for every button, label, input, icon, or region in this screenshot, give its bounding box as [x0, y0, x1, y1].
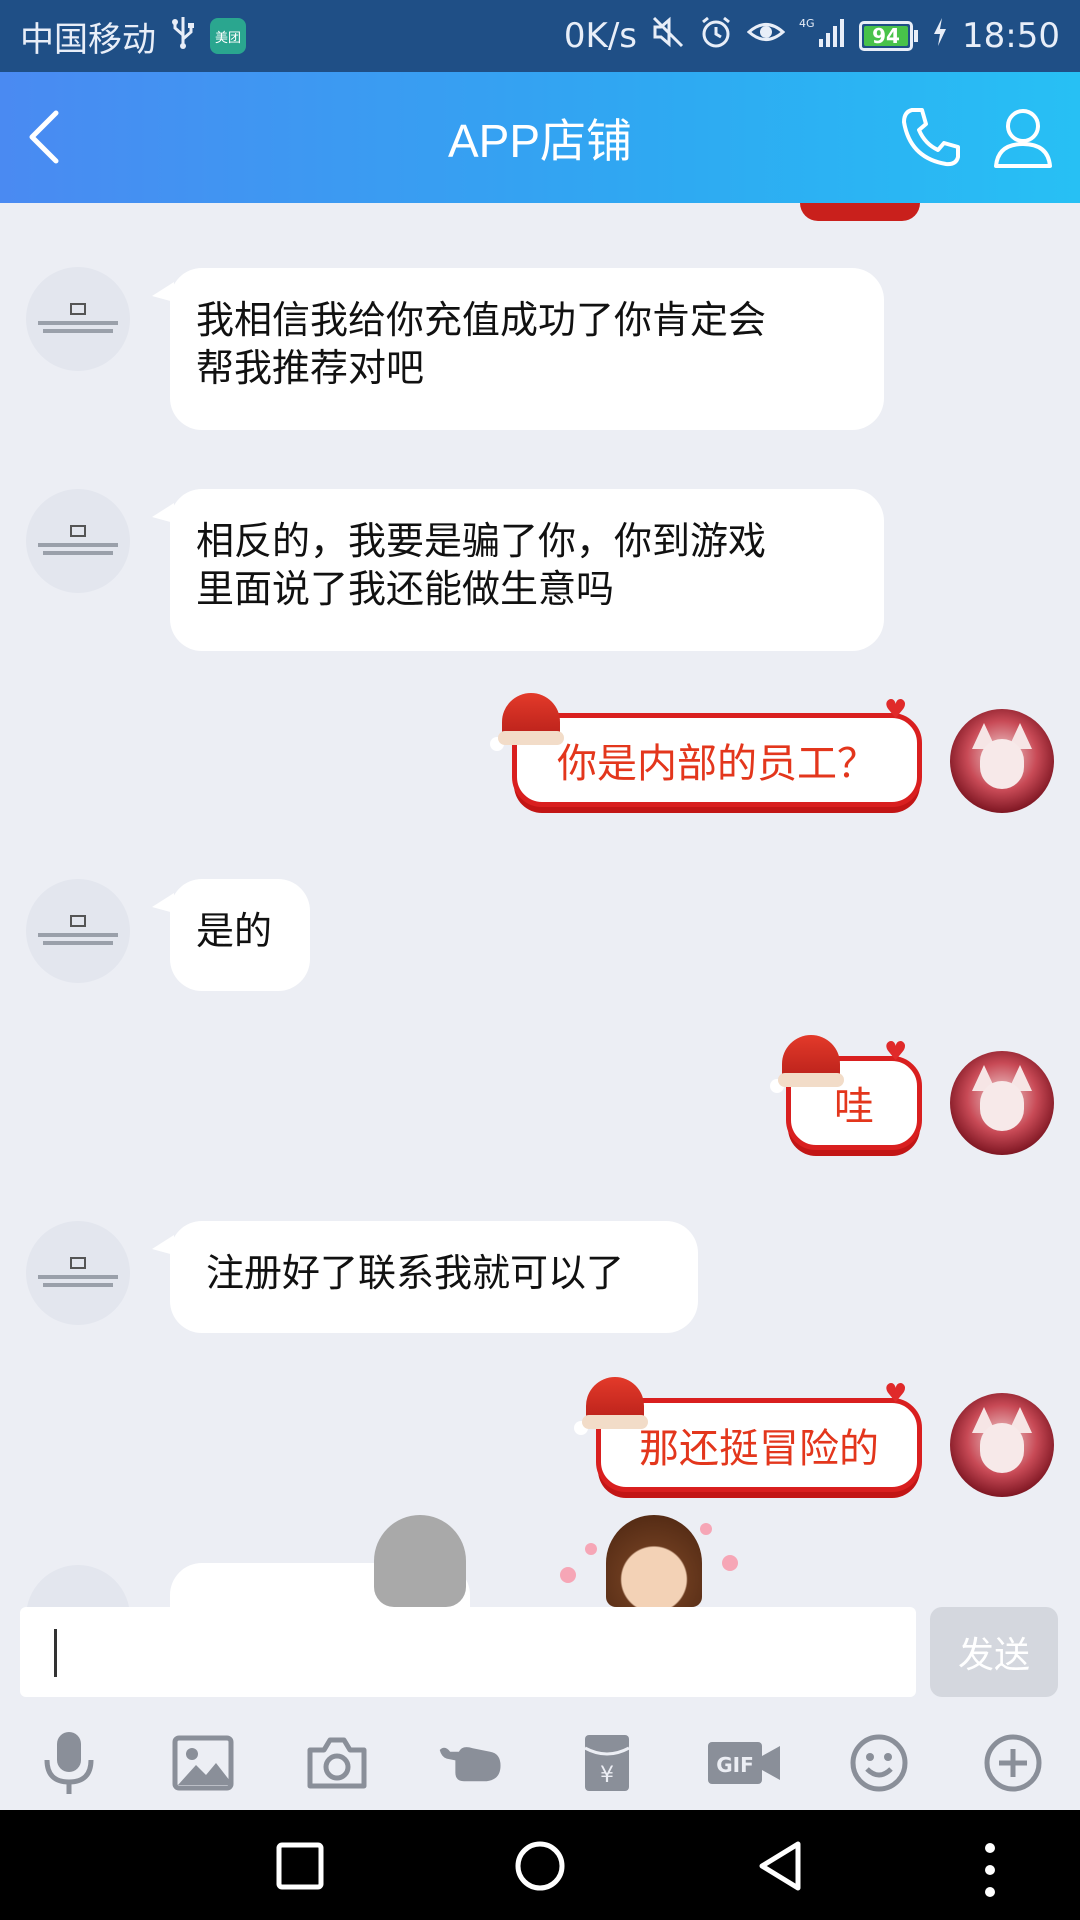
- message-text: 注册好了联系我就可以了: [206, 1251, 625, 1295]
- camera-icon[interactable]: [304, 1730, 370, 1796]
- message-text: 是的: [196, 909, 273, 953]
- christmas-hat-decoration: [770, 1035, 844, 1093]
- status-bar: 中国移动 美团 0K/s 4G 94 18:50: [0, 0, 1080, 72]
- phone-icon: [902, 108, 960, 167]
- petal-decoration: [560, 1567, 576, 1583]
- svg-text:¥: ¥: [600, 1763, 614, 1788]
- sticker-image[interactable]: [606, 1515, 702, 1607]
- user-avatar[interactable]: [950, 709, 1054, 813]
- message-bubble[interactable]: 是的: [152, 879, 310, 991]
- back-button[interactable]: [16, 107, 76, 167]
- battery-level: 94: [864, 26, 909, 46]
- recent-apps-button[interactable]: [274, 1840, 326, 1892]
- square-icon: [276, 1842, 324, 1890]
- chat-header: APP店铺: [0, 72, 1080, 203]
- message-text: 我相信我给你充值成功了你肯定会: [196, 298, 767, 342]
- svg-text:4G: 4G: [799, 17, 815, 30]
- microphone-icon[interactable]: [36, 1730, 102, 1796]
- heart-decoration: ♥: [884, 1379, 908, 1409]
- message-bubble[interactable]: 我相信我给你充值成功了你肯定会 帮我推荐对吧: [152, 268, 884, 430]
- system-nav-bar: [0, 1810, 1080, 1920]
- call-button[interactable]: [898, 104, 964, 170]
- back-nav-button[interactable]: [754, 1840, 806, 1892]
- chevron-left-icon: [29, 110, 59, 164]
- heart-decoration: ♥: [884, 1037, 908, 1067]
- signal-icon: 4G: [799, 15, 845, 58]
- poke-icon[interactable]: [438, 1730, 504, 1796]
- red-packet-icon[interactable]: ¥: [574, 1730, 640, 1796]
- chat-toolbar: ¥ GIF: [0, 1710, 1080, 1810]
- battery-icon: 94: [859, 21, 919, 51]
- svg-text:GIF: GIF: [716, 1753, 754, 1777]
- shop-avatar[interactable]: [26, 267, 130, 371]
- shop-avatar[interactable]: [26, 1221, 130, 1325]
- clipped-bubble-decoration: [800, 203, 920, 221]
- shop-avatar[interactable]: [26, 489, 130, 593]
- mute-icon: [651, 15, 685, 58]
- alarm-icon: [699, 15, 733, 58]
- message-text: 相反的，我要是骗了你，你到游戏: [196, 519, 767, 563]
- message-bubble[interactable]: 相反的，我要是骗了你，你到游戏 里面说了我还能做生意吗: [152, 489, 884, 651]
- send-button[interactable]: 发送: [930, 1607, 1058, 1697]
- shop-avatar[interactable]: [26, 1565, 130, 1607]
- message-text: 帮我推荐对吧: [196, 346, 425, 390]
- sticker-image[interactable]: [374, 1515, 466, 1607]
- user-avatar[interactable]: [950, 1393, 1054, 1497]
- message-input[interactable]: [20, 1607, 916, 1697]
- home-button[interactable]: [514, 1840, 566, 1892]
- person-icon: [994, 109, 1052, 168]
- outgoing-message-bubble[interactable]: 你是内部的员工？: [512, 713, 922, 807]
- christmas-hat-decoration: [574, 1377, 648, 1435]
- clock: 18:50: [962, 16, 1060, 56]
- usb-icon: [170, 15, 196, 58]
- petal-decoration: [585, 1543, 597, 1555]
- profile-button[interactable]: [990, 104, 1056, 170]
- menu-button[interactable]: [978, 1840, 1002, 1897]
- input-bar: 发送: [0, 1607, 1080, 1697]
- chat-list[interactable]: 我相信我给你充值成功了你肯定会 帮我推荐对吧 相反的，我要是骗了你，你到游戏 里…: [0, 203, 1080, 1607]
- more-vertical-icon: [985, 1843, 995, 1897]
- shop-avatar[interactable]: [26, 879, 130, 983]
- carrier-label: 中国移动: [20, 19, 156, 60]
- eye-comfort-icon: [746, 15, 786, 58]
- message-text: 里面说了我还能做生意吗: [196, 567, 615, 611]
- user-avatar[interactable]: [950, 1051, 1054, 1155]
- plus-icon[interactable]: [980, 1730, 1046, 1796]
- image-icon[interactable]: [170, 1730, 236, 1796]
- message-text: 你是内部的员工？: [557, 741, 877, 787]
- emoji-icon[interactable]: [846, 1730, 912, 1796]
- charging-icon: [932, 16, 948, 56]
- text-caret: [54, 1629, 57, 1677]
- petal-decoration: [722, 1555, 738, 1571]
- message-text: 那还挺冒险的: [639, 1426, 879, 1472]
- outgoing-message-bubble[interactable]: 那还挺冒险的: [596, 1398, 922, 1492]
- gif-icon[interactable]: GIF: [706, 1730, 782, 1796]
- heart-decoration: ♥: [884, 695, 908, 725]
- meituan-app-icon: 美团: [210, 18, 246, 54]
- net-speed: 0K/s: [563, 16, 638, 56]
- triangle-back-icon: [759, 1841, 801, 1891]
- message-bubble[interactable]: 注册好了联系我就可以了: [152, 1221, 698, 1333]
- petal-decoration: [700, 1523, 712, 1535]
- chat-title: APP店铺: [447, 114, 633, 167]
- christmas-hat-decoration: [490, 693, 564, 751]
- circle-icon: [515, 1841, 565, 1891]
